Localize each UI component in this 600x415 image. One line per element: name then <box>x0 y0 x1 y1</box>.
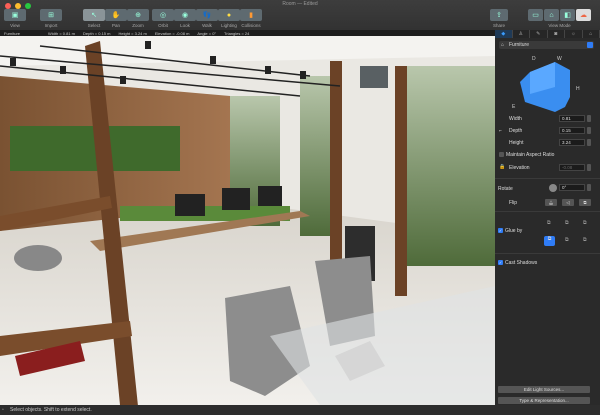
tab-light-icon[interactable]: ☼ <box>565 30 583 38</box>
import-icon: ⊞ <box>40 9 62 21</box>
elevation-input[interactable]: -0.08 <box>559 164 585 171</box>
depth-input[interactable]: 0.15 <box>559 127 585 134</box>
toolbar-zoom[interactable]: ⊕ Zoom <box>127 9 149 28</box>
tab-building-icon[interactable]: ⌂ <box>583 30 600 38</box>
svg-text:H: H <box>576 86 580 92</box>
glue-side-icon[interactable]: ⧉ <box>565 220 569 226</box>
share-icon: ⇪ <box>490 9 508 21</box>
info-width: Width = 0.81 m <box>48 30 76 36</box>
orbit-icon: ◎ <box>152 9 174 21</box>
info-angle: Angle = 0° <box>197 30 217 36</box>
toolbar-collisions[interactable]: ▮ Collisions <box>240 9 262 28</box>
info-name: Furniture <box>4 30 21 36</box>
toolbar-select[interactable]: ↖ Select <box>83 9 105 28</box>
height-input[interactable]: 3.24 <box>559 139 585 146</box>
zoom-icon: ⊕ <box>127 9 149 21</box>
share-button[interactable]: ⇪ Share <box>490 9 508 28</box>
info-depth: Depth = 0.15 m <box>83 30 111 36</box>
depth-stepper[interactable] <box>587 127 591 134</box>
footprints-icon: 👣 <box>196 9 218 21</box>
tab-material-icon[interactable]: ♙ <box>513 30 530 38</box>
toolbar-import[interactable]: ⊞ Import <box>40 9 62 28</box>
window <box>400 66 495 266</box>
chevron-updown-icon <box>587 42 593 48</box>
glue-front-icon[interactable]: ⧉ <box>565 237 569 243</box>
tab-object-icon[interactable]: ◆ <box>495 30 513 38</box>
inspector-tabs: ◆ ♙ ✎ ◙ ☼ ⌂ <box>495 30 600 38</box>
flip-horizontal-button[interactable]: ⧋ <box>545 199 557 206</box>
toolbar-lighting[interactable]: ● Lighting <box>218 9 240 28</box>
width-stepper[interactable] <box>587 115 591 122</box>
inspector-panel: ⌂ Furniture D W H E Width 0.81 ⌐ Depth 0.… <box>495 38 600 405</box>
glue-by-checkbox[interactable]: ✓ Glue by <box>498 228 522 234</box>
view-mode-3d-icon[interactable]: ⌂ <box>544 9 559 21</box>
flip-vertical-button[interactable]: ◁ <box>562 199 574 206</box>
dimension-diagram: D W H E <box>512 56 580 112</box>
room-render <box>0 36 495 405</box>
rotate-dial[interactable] <box>549 184 557 192</box>
title-bar: Room — Edited ▣ View ⊞ Import ↖ Select ✋ Pan… <box>0 0 600 30</box>
3d-viewport[interactable] <box>0 36 495 405</box>
lock-icon[interactable]: 🔒 <box>499 164 505 170</box>
tab-camera-icon[interactable]: ◙ <box>548 30 565 38</box>
view-mode-split-icon[interactable]: ◧ <box>560 9 575 21</box>
glue-back-icon[interactable]: ⧉ <box>583 220 587 226</box>
view-mode-2d-icon[interactable]: ▭ <box>528 9 543 21</box>
tab-edit-icon[interactable]: ✎ <box>530 30 548 38</box>
toolbar-orbit[interactable]: ◎ Orbit <box>152 9 174 28</box>
glue-right-icon[interactable]: ⧉ <box>583 237 587 243</box>
toolbar-look[interactable]: ◉ Look <box>174 9 196 28</box>
cast-shadows-checkbox[interactable]: ✓ Cast Shadows <box>498 260 537 266</box>
sofa-icon: ⌂ <box>501 42 505 48</box>
status-text: Select objects. Shift to extend select. <box>10 407 92 413</box>
rotate-stepper[interactable] <box>587 184 591 191</box>
elevation-stepper[interactable] <box>587 164 591 171</box>
info-triangles: Triangles = 24 <box>224 30 250 36</box>
rotate-input[interactable]: 0° <box>559 184 585 191</box>
hand-icon: ✋ <box>105 9 127 21</box>
window-title: Room — Edited <box>282 1 318 7</box>
glue-bottom-icon[interactable]: ⧉ <box>544 236 555 246</box>
edit-light-sources-button[interactable]: Edit Light Sources... <box>498 386 590 393</box>
eye-icon: ◉ <box>174 9 196 21</box>
toolbar-view[interactable]: ▣ View <box>4 9 26 28</box>
info-icon: ▫ <box>2 407 4 413</box>
view-mode-control[interactable]: ▭ ⌂ ◧ ☁ View Mode <box>528 9 591 28</box>
view-mode-render-icon[interactable]: ☁ <box>576 9 591 21</box>
svg-text:D: D <box>532 56 536 62</box>
bulb-icon: ● <box>218 9 240 21</box>
info-height: Height = 3.24 m <box>118 30 147 36</box>
aspect-ratio-checkbox[interactable]: Maintain Aspect Ratio <box>499 152 554 158</box>
glue-top-icon[interactable]: ⧉ <box>547 220 551 226</box>
toolbar-walk[interactable]: 👣 Walk <box>196 9 218 28</box>
height-stepper[interactable] <box>587 139 591 146</box>
svg-text:E: E <box>512 104 516 110</box>
collision-icon: ▮ <box>240 9 262 21</box>
cursor-icon: ↖ <box>83 9 105 21</box>
svg-text:W: W <box>557 56 562 62</box>
type-representation-button[interactable]: Type & Representation... <box>498 397 590 404</box>
width-input[interactable]: 0.81 <box>559 115 585 122</box>
flip-depth-button[interactable]: ⧉ <box>579 199 591 206</box>
status-bar: ▫ Select objects. Shift to extend select. <box>0 405 600 415</box>
info-elevation: Elevation = -0.08 m <box>154 30 190 36</box>
toolbar-pan[interactable]: ✋ Pan <box>105 9 127 28</box>
category-select[interactable]: ⌂ Furniture <box>499 41 594 49</box>
link-icon[interactable]: ⌐ <box>499 128 502 134</box>
view-icon: ▣ <box>4 9 26 21</box>
